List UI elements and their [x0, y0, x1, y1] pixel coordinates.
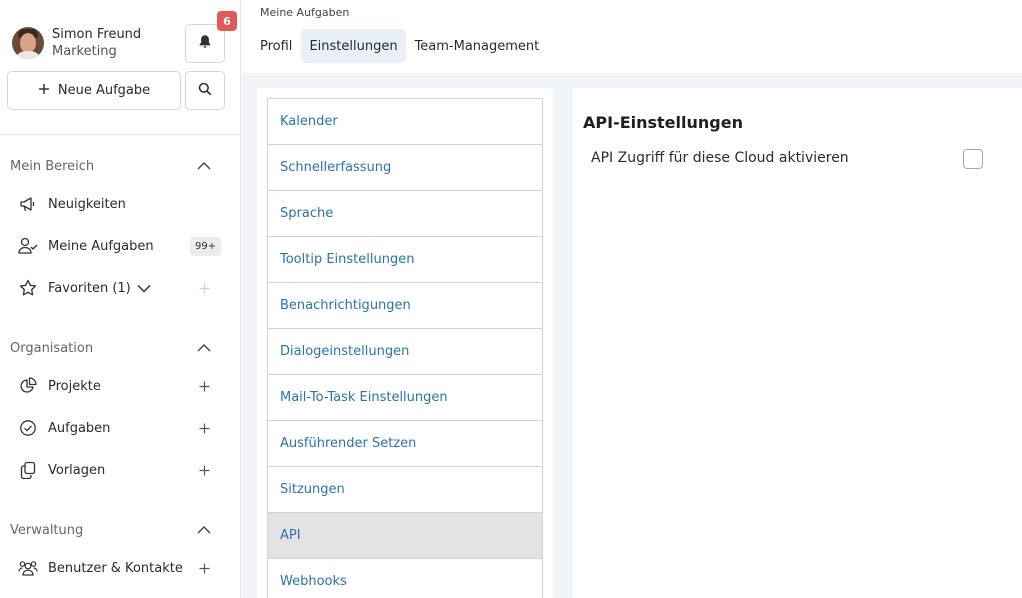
star-icon: [18, 278, 38, 298]
add-project-icon[interactable]: [194, 376, 214, 396]
tab-bar: Profil Einstellungen Team-Management: [252, 29, 547, 63]
section-title: Organisation: [10, 340, 94, 356]
plus-icon: [38, 83, 50, 99]
sidebar-item-label: Favoriten (1): [48, 280, 131, 296]
sidebar-item-label: Meine Aufgaben: [48, 238, 154, 254]
sidebar-item-label: Vorlagen: [48, 462, 106, 478]
tab-team-management[interactable]: Team-Management: [407, 29, 548, 63]
sidebar-item-neuigkeiten[interactable]: Neuigkeiten: [0, 183, 241, 225]
settings-menu: Kalender Schnellerfassung Sprache Toolti…: [267, 98, 543, 598]
sidebar-item-favoriten[interactable]: Favoriten (1): [0, 267, 241, 309]
settings-item-webhooks[interactable]: Webhooks: [268, 559, 542, 598]
tab-einstellungen[interactable]: Einstellungen: [301, 29, 406, 63]
sidebar-item-projekte[interactable]: Projekte: [0, 365, 241, 407]
new-task-label: Neue Aufgabe: [57, 83, 151, 98]
user-profile[interactable]: Simon Freund Marketing: [12, 26, 141, 60]
api-access-label: API Zugriff für diese Cloud aktivieren: [591, 150, 849, 166]
settings-item-tooltip[interactable]: Tooltip Einstellungen: [268, 237, 542, 283]
settings-item-kalender[interactable]: Kalender: [268, 99, 542, 145]
sidebar: Simon Freund Marketing 6 Neue Aufgabe Me…: [0, 0, 241, 598]
api-access-checkbox[interactable]: [963, 149, 983, 169]
search-icon: [198, 82, 212, 100]
settings-item-mail-to-task[interactable]: Mail-To-Task Einstellungen: [268, 375, 542, 421]
pie-chart-icon: [18, 376, 38, 396]
sidebar-item-label: Benutzer & Kontakte: [48, 560, 183, 576]
add-task-icon[interactable]: [194, 418, 214, 438]
section-title: Mein Bereich: [10, 158, 95, 174]
users-icon: [18, 558, 38, 578]
sidebar-item-label: Neuigkeiten: [48, 196, 126, 212]
section-verwaltung: Verwaltung Benutzer & Kontakte: [0, 518, 241, 589]
settings-item-dialogeinstellungen[interactable]: Dialogeinstellungen: [268, 329, 542, 375]
api-settings-title: API-Einstellungen: [583, 113, 743, 132]
section-mein-bereich: Mein Bereich Neuigkeiten Meine Aufgaben …: [0, 154, 241, 309]
breadcrumb[interactable]: Meine Aufgaben: [260, 6, 349, 19]
user-name: Simon Freund: [52, 27, 142, 42]
section-header[interactable]: Organisation: [0, 336, 241, 360]
sidebar-divider: [0, 134, 241, 135]
bell-icon: [198, 34, 212, 53]
megaphone-icon: [18, 194, 38, 214]
sidebar-item-label: Projekte: [48, 378, 101, 394]
chevron-up-icon[interactable]: [197, 159, 211, 174]
add-user-icon[interactable]: [194, 558, 214, 578]
user-check-icon: [18, 236, 38, 256]
section-organisation: Organisation Projekte Aufgaben Vorlagen: [0, 336, 241, 491]
settings-item-ausfuehrender[interactable]: Ausführender Setzen: [268, 421, 542, 467]
add-favorite-icon[interactable]: [194, 278, 214, 298]
chevron-down-icon[interactable]: [137, 284, 151, 293]
avatar[interactable]: [12, 27, 44, 59]
settings-item-sitzungen[interactable]: Sitzungen: [268, 467, 542, 513]
chevron-up-icon[interactable]: [197, 341, 211, 356]
task-count-badge: 99+: [190, 237, 222, 256]
check-circle-icon: [18, 418, 38, 438]
sidebar-item-vorlagen[interactable]: Vorlagen: [0, 449, 241, 491]
chevron-up-icon[interactable]: [197, 523, 211, 538]
settings-item-benachrichtigungen[interactable]: Benachrichtigungen: [268, 283, 542, 329]
notification-count-badge[interactable]: 6: [217, 11, 237, 31]
settings-item-api[interactable]: API: [268, 513, 542, 559]
copy-icon: [18, 460, 38, 480]
sidebar-item-benutzer-kontakte[interactable]: Benutzer & Kontakte: [0, 547, 241, 589]
settings-item-sprache[interactable]: Sprache: [268, 191, 542, 237]
tab-profil[interactable]: Profil: [252, 29, 300, 63]
sidebar-item-meine-aufgaben[interactable]: Meine Aufgaben 99+: [0, 225, 241, 267]
sidebar-item-aufgaben[interactable]: Aufgaben: [0, 407, 241, 449]
user-department: Marketing: [52, 44, 117, 59]
sidebar-item-label: Aufgaben: [48, 420, 111, 436]
search-button[interactable]: [185, 71, 225, 110]
add-template-icon[interactable]: [194, 460, 214, 480]
new-task-button[interactable]: Neue Aufgabe: [7, 71, 181, 110]
section-header[interactable]: Verwaltung: [0, 518, 241, 542]
section-title: Verwaltung: [10, 522, 84, 538]
settings-item-schnellerfassung[interactable]: Schnellerfassung: [268, 145, 542, 191]
section-header[interactable]: Mein Bereich: [0, 154, 241, 178]
